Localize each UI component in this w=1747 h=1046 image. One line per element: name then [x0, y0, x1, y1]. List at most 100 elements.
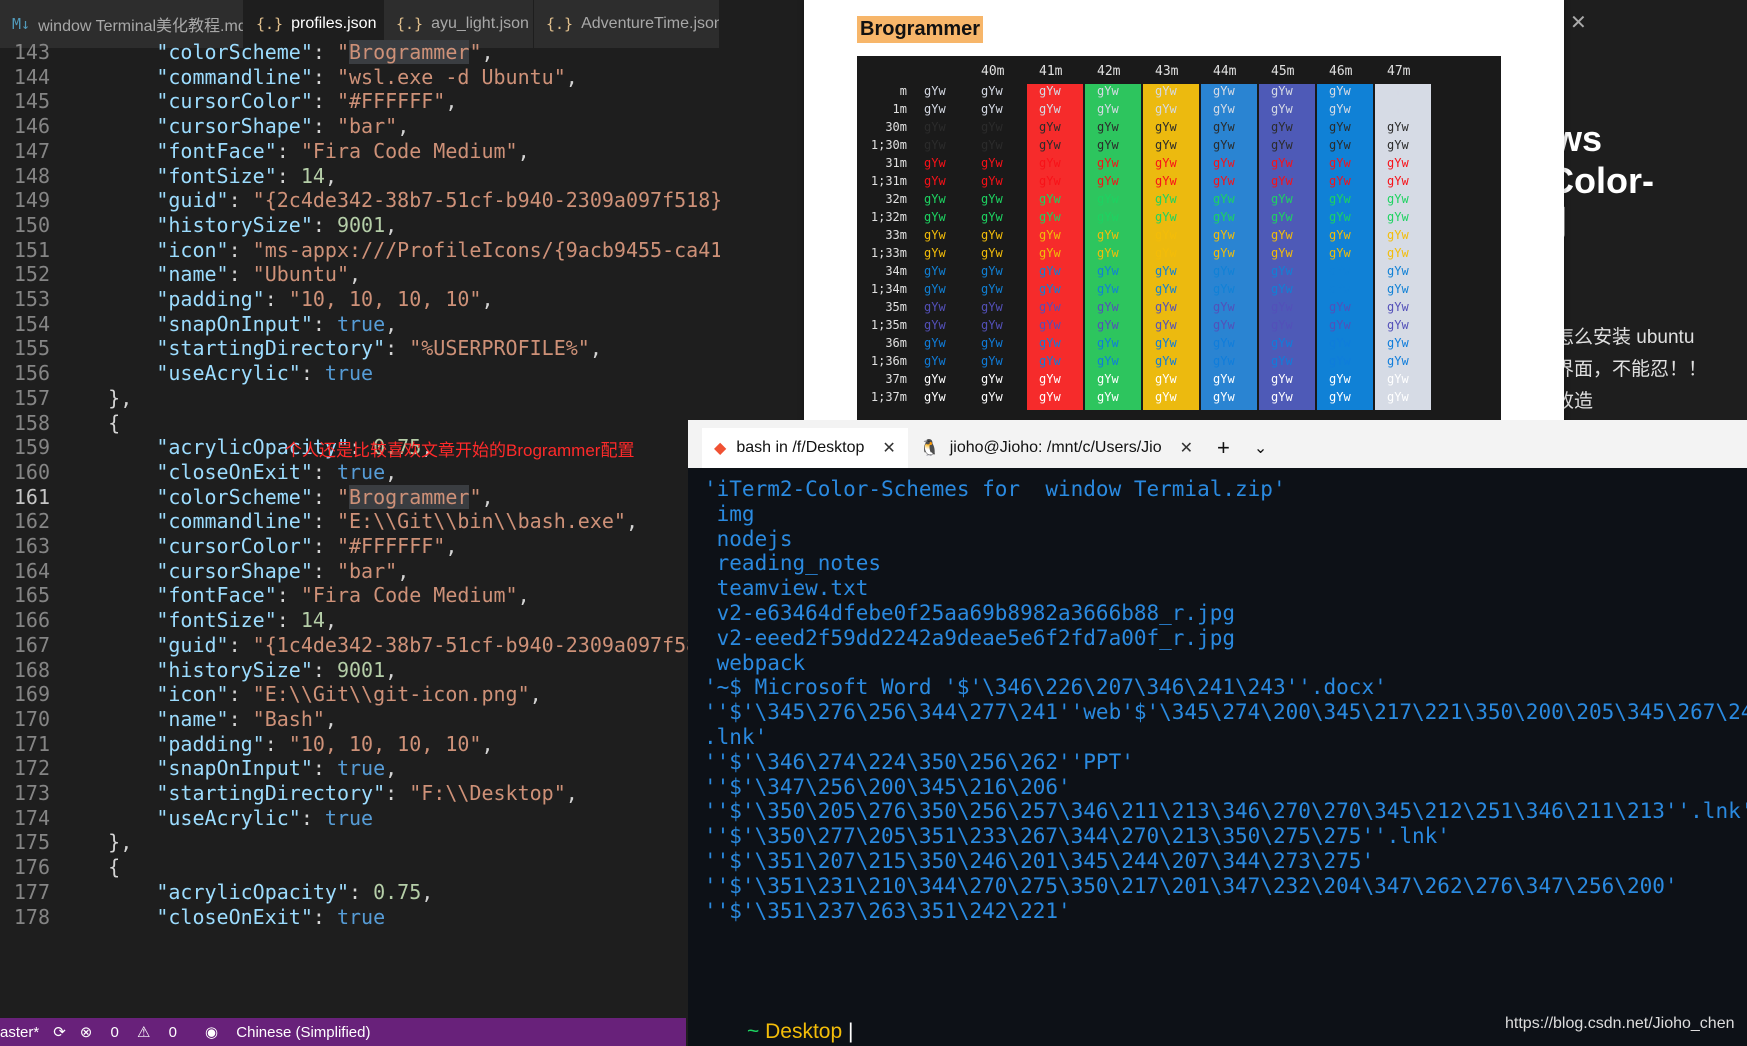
code-line[interactable]: 163 "cursorColor": "#FFFFFF", [0, 534, 720, 559]
code-line[interactable]: 175 }, [0, 830, 720, 855]
terminal-prompt[interactable]: ~ Desktop | [712, 996, 853, 1046]
code-line[interactable]: 169 "icon": "E:\\Git\\git-icon.png", [0, 682, 720, 707]
sample-glyph: gYw [1097, 264, 1119, 278]
close-icon[interactable]: ✕ [1180, 438, 1193, 458]
sample-glyph: gYw [924, 372, 946, 386]
code-line[interactable]: 173 "startingDirectory": "F:\\Desktop", [0, 781, 720, 806]
code-line[interactable]: 166 "fontSize": 14, [0, 608, 720, 633]
language-indicator[interactable]: ◉ Chinese (Simplified) [205, 1023, 384, 1041]
code-line[interactable]: 176 { [0, 855, 720, 880]
code-line[interactable]: 161 "colorScheme": "Brogrammer", [0, 484, 720, 510]
code-line[interactable]: 158 { [0, 411, 720, 436]
code-area[interactable]: 143 "colorScheme": "Brogrammer", 144 "com… [0, 40, 720, 1010]
sample-glyph: gYw [924, 390, 946, 404]
code-line[interactable]: 162 "commandline": "E:\\Git\\bin\\bash.e… [0, 509, 720, 534]
sample-glyph: gYw [1039, 264, 1061, 278]
line-number: 174 [13, 805, 50, 830]
terminal-line: v2-eeed2f59dd2242a9deae5e6f2fd7a00f_r.jp… [704, 625, 1236, 650]
code-line[interactable]: 150 "historySize": 9001, [0, 213, 720, 238]
terminal-line: ''$'\346\274\224\350\256\262''PPT' [704, 749, 1134, 774]
sample-glyph: gYw [1097, 390, 1119, 404]
code-line[interactable]: 152 "name": "Ubuntu", [0, 262, 720, 287]
code-line[interactable]: 168 "historySize": 9001, [0, 658, 720, 683]
line-text: "closeOnExit": true [156, 904, 386, 929]
sample-glyph: gYw [1329, 372, 1351, 386]
code-line[interactable]: 155 "startingDirectory": "%USERPROFILE%"… [0, 336, 720, 361]
close-icon[interactable]: ✕ [882, 438, 895, 458]
code-line[interactable]: 156 "useAcrylic": true [0, 361, 720, 386]
sample-glyph: gYw [924, 318, 946, 332]
terminal-tab[interactable]: ◆ bash in /f/Desktop ✕ [702, 428, 908, 468]
sample-glyph: gYw [1155, 156, 1177, 170]
row-label: 37m [885, 372, 907, 386]
sample-glyph: gYw [1155, 192, 1177, 206]
code-line[interactable]: 164 "cursorShape": "bar", [0, 559, 720, 584]
sample-glyph: gYw [1329, 336, 1351, 350]
line-number: 149 [13, 188, 50, 213]
line-text: "colorScheme": "Brogrammer", [156, 40, 494, 64]
sample-glyph: gYw [981, 120, 1003, 134]
line-text: "cursorColor": "#FFFFFF", [156, 89, 458, 114]
code-line[interactable]: 149 "guid": "{2c4de342-38b7-51cf-b940-23… [0, 188, 720, 213]
code-line[interactable]: 154 "snapOnInput": true, [0, 312, 720, 337]
code-line[interactable]: 151 "icon": "ms-appx:///ProfileIcons/{9a… [0, 238, 720, 263]
terminal-line: img [704, 501, 755, 526]
terminal-tab[interactable]: 🐧 jioho@Jioho: /mnt/c/Users/Jio ✕ [908, 428, 1205, 468]
code-line[interactable]: 167 "guid": "{1c4de342-38b7-51cf-b940-23… [0, 633, 720, 658]
code-line[interactable]: 157 }, [0, 386, 720, 411]
watermark-text: https://blog.csdn.net/Jioho_chen [1505, 1015, 1735, 1032]
sample-glyph: gYw [1097, 354, 1119, 368]
line-number: 165 [13, 583, 50, 608]
line-text: "icon": "ms-appx:///ProfileIcons/{9acb94… [156, 237, 720, 262]
tab-dropdown-button[interactable]: ⌄ [1242, 428, 1279, 468]
code-line[interactable]: 170 "name": "Bash", [0, 707, 720, 732]
sync-icon[interactable]: ⟳ [53, 1023, 66, 1041]
line-number: 147 [13, 138, 50, 163]
code-line[interactable]: 172 "snapOnInput": true, [0, 756, 720, 781]
line-text: "padding": "10, 10, 10, 10", [156, 287, 494, 311]
code-line[interactable]: 160 "closeOnExit": true, [0, 460, 720, 485]
column-header: 45m [1271, 64, 1295, 79]
line-number: 169 [13, 682, 50, 707]
code-line[interactable]: 146 "cursorShape": "bar", [0, 114, 720, 139]
sample-glyph: gYw [1097, 84, 1119, 98]
status-bar: aster* ⟳ ⊗ 0 ⚠ 0 ◉ Chinese (Simplified) [0, 1018, 686, 1046]
code-line[interactable]: 177 "acrylicOpacity": 0.75, [0, 880, 720, 905]
sample-glyph: gYw [1271, 264, 1293, 278]
new-tab-button[interactable]: + [1205, 428, 1242, 468]
terminal-line: ''$'\350\205\276\350\256\257\346\211\213… [704, 799, 1747, 824]
code-line[interactable]: 171 "padding": "10, 10, 10, 10", [0, 732, 720, 757]
line-number: 171 [13, 731, 50, 756]
sample-glyph: gYw [1271, 336, 1293, 350]
problems-indicator[interactable]: ⊗ 0 ⚠ 0 [80, 1023, 191, 1041]
terminal-output[interactable]: ~ Desktop | 'iTerm2-Color-Schemes for wi… [688, 468, 1747, 1046]
row-label: 36m [885, 336, 907, 350]
windows-terminal[interactable]: ◆ bash in /f/Desktop ✕ 🐧 jioho@Jioho: /mnt/c… [688, 420, 1747, 1046]
code-line[interactable]: 147 "fontFace": "Fira Code Medium", [0, 139, 720, 164]
code-line[interactable]: 145 "cursorColor": "#FFFFFF", [0, 89, 720, 114]
code-editor[interactable]: M↓ window Terminal美化教程.md {.} profiles.json… [0, 0, 720, 1046]
sample-glyph: gYw [1039, 156, 1061, 170]
code-line[interactable]: 165 "fontFace": "Fira Code Medium", [0, 583, 720, 608]
sample-glyph: gYw [981, 138, 1003, 152]
line-number: 168 [13, 657, 50, 682]
code-line[interactable]: 144 "commandline": "wsl.exe -d Ubuntu", [0, 65, 720, 90]
git-branch[interactable]: aster* [0, 1024, 39, 1041]
line-text: "guid": "{2c4de342-38b7-51cf-b940-2309a0… [156, 188, 720, 213]
line-number: 159 [13, 435, 50, 460]
sample-glyph: gYw [1271, 300, 1293, 314]
close-icon[interactable]: ✕ [1570, 10, 1587, 35]
terminal-line: ''$'\350\277\205\351\233\267\344\270\213… [704, 824, 1450, 849]
code-line[interactable]: 143 "colorScheme": "Brogrammer", [0, 40, 720, 65]
code-line[interactable]: 178 "closeOnExit": true [0, 905, 720, 930]
code-line[interactable]: 148 "fontSize": 14, [0, 164, 720, 189]
sample-glyph: gYw [1387, 372, 1409, 386]
sample-glyph: gYw [1213, 264, 1235, 278]
terminal-line: '~$ Microsoft Word '$'\346\226\207\346\2… [704, 675, 1387, 700]
code-line[interactable]: 174 "useAcrylic": true [0, 806, 720, 831]
line-text: "fontFace": "Fira Code Medium", [156, 138, 530, 163]
sample-glyph: gYw [981, 264, 1003, 278]
sample-glyph: gYw [1097, 300, 1119, 314]
line-text: "useAcrylic": true [156, 805, 374, 830]
code-line[interactable]: 153 "padding": "10, 10, 10, 10", [0, 287, 720, 312]
